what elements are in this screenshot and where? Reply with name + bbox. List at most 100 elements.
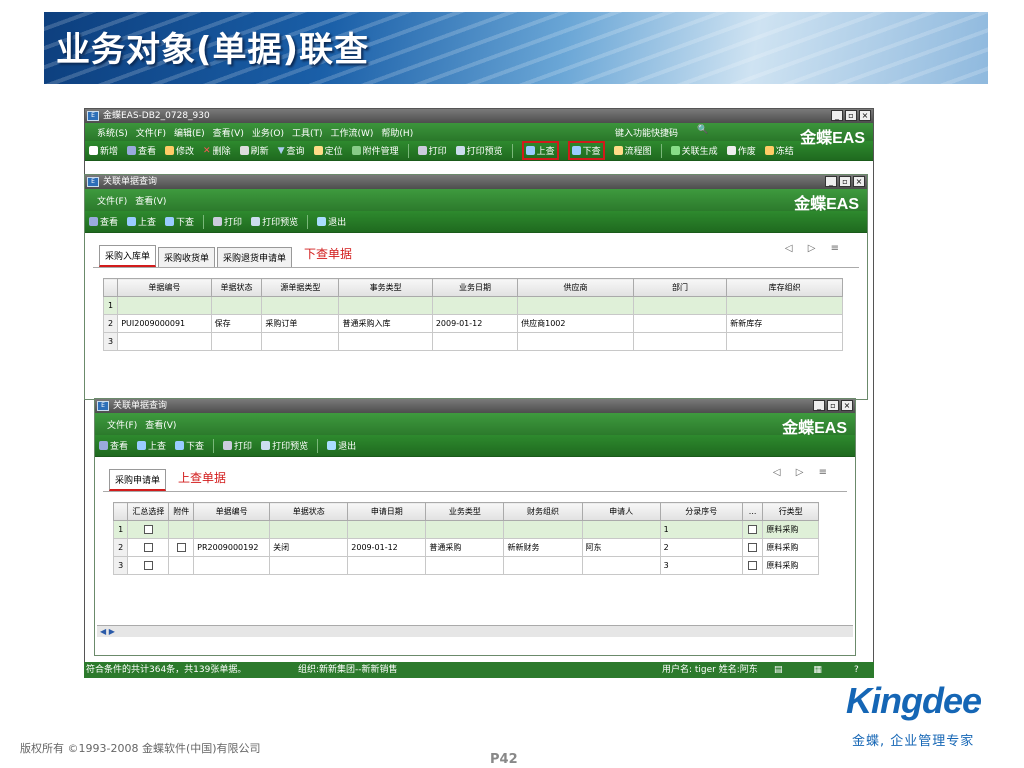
tab-pager[interactable]: ◁ ▷ ≡	[773, 467, 833, 478]
col-business-date[interactable]: 业务日期	[431, 278, 519, 297]
toolbar-print-button[interactable]: 打印	[417, 144, 447, 157]
annotation-trace-up: 上查单据	[178, 470, 227, 485]
col-supplier[interactable]: 供应商	[517, 278, 634, 297]
view-button[interactable]: 查看	[99, 439, 128, 452]
win2-tabs: 采购申请单 上查单据 ◁ ▷ ≡	[95, 457, 855, 491]
menu-view[interactable]: 查看(V)	[213, 126, 244, 139]
more-checkbox-cell	[741, 538, 764, 557]
toolbar-print-preview-button[interactable]: 打印预览	[455, 144, 503, 157]
toolbar-attachment-button[interactable]: 附件管理	[351, 144, 399, 157]
summary-checkbox[interactable]	[143, 543, 153, 552]
print-button[interactable]: 打印	[223, 439, 252, 452]
delete-icon: ✕	[203, 145, 211, 156]
menu-file[interactable]: 文件(F)	[107, 418, 137, 431]
col-transaction-type[interactable]: 事务类型	[338, 278, 433, 297]
summary-checkbox[interactable]	[143, 561, 153, 570]
col-attachment[interactable]: 附件	[168, 502, 195, 521]
col-finance-org[interactable]: 财务组织	[503, 502, 583, 521]
trace-down-button[interactable]: 下查	[165, 215, 194, 228]
table-row[interactable]: 1 1 原料采购	[112, 520, 819, 539]
table-row[interactable]: 2 PUI2009000091 保存 采购订单 普通采购入库 2009-01-1…	[102, 314, 843, 333]
toolbar-label: 冻结	[775, 147, 794, 157]
toolbar-label: 上查	[138, 218, 157, 228]
menu-system[interactable]: 系统(S)	[97, 126, 128, 139]
attachment-checkbox[interactable]	[176, 543, 186, 552]
exit-button[interactable]: 退出	[317, 215, 346, 228]
search-icon[interactable]: 🔍	[697, 125, 708, 135]
toolbar-delete-button[interactable]: ✕ 删除	[203, 144, 231, 158]
toolbar-view-button[interactable]: 查看	[127, 144, 156, 157]
col-line-type[interactable]: 行类型	[762, 502, 819, 521]
col-bill-number[interactable]: 单据编号	[117, 278, 212, 297]
menu-workflow[interactable]: 工作流(W)	[331, 126, 374, 139]
tab-purchase-receiving[interactable]: 采购收货单	[158, 247, 216, 267]
quick-search-field[interactable]: 键入功能快捷码	[615, 126, 678, 139]
row-checkbox[interactable]	[748, 525, 758, 534]
table-row[interactable]: 3	[102, 332, 843, 351]
menu-business[interactable]: 业务(O)	[252, 126, 284, 139]
minimize-button[interactable]: _	[831, 110, 843, 121]
toolbar-void-button[interactable]: 作废	[726, 144, 756, 157]
menu-tools[interactable]: 工具(T)	[292, 126, 323, 139]
col-source-type[interactable]: 源单据类型	[261, 278, 340, 297]
col-stock-org[interactable]: 库存组织	[726, 278, 843, 297]
print-preview-button[interactable]: 打印预览	[251, 215, 298, 228]
col-bill-status[interactable]: 单据状态	[269, 502, 349, 521]
menu-file[interactable]: 文件(F)	[97, 194, 127, 207]
close-button[interactable]: ×	[853, 176, 865, 187]
toolbar-freeze-button[interactable]: 冻结	[764, 144, 794, 157]
toolbar-new-button[interactable]: 新增	[89, 144, 118, 157]
toolbar-generate-button[interactable]: 关联生成	[670, 144, 718, 157]
table-row[interactable]: 3 3 原料采购	[112, 556, 819, 575]
menu-file[interactable]: 文件(F)	[136, 126, 166, 139]
horizontal-scrollbar[interactable]: ◀ ▶	[97, 625, 853, 637]
col-more[interactable]: ...	[741, 502, 764, 521]
minimize-button[interactable]: _	[813, 400, 825, 411]
toolbar-edit-button[interactable]: 修改	[165, 144, 194, 157]
col-applicant[interactable]: 申请人	[581, 502, 661, 521]
view-button[interactable]: 查看	[89, 215, 118, 228]
print-preview-button[interactable]: 打印预览	[261, 439, 308, 452]
related-bills-window-up: E 关联单据查询 _ ▫ × 文件(F) 查看(V) 金蝶EAS 查看 上查 下…	[94, 398, 856, 656]
tab-purchase-receipt[interactable]: 采购入库单	[99, 245, 157, 267]
exit-button[interactable]: 退出	[327, 439, 356, 452]
col-request-date[interactable]: 申请日期	[347, 502, 427, 521]
trace-up-button[interactable]: 上查	[137, 439, 166, 452]
menu-help[interactable]: 帮助(H)	[381, 126, 413, 139]
toolbar-refresh-button[interactable]: 刷新	[239, 144, 269, 157]
trace-up-button[interactable]: 上查	[127, 215, 156, 228]
summary-checkbox[interactable]	[143, 525, 153, 534]
col-business-type[interactable]: 业务类型	[425, 502, 505, 521]
trace-down-button[interactable]: 下查	[175, 439, 204, 452]
menu-view[interactable]: 查看(V)	[145, 418, 176, 431]
cell	[632, 314, 728, 333]
col-bill-status[interactable]: 单据状态	[210, 278, 263, 297]
tab-purchase-return-request[interactable]: 采购退货申请单	[217, 247, 293, 267]
toolbar-locate-button[interactable]: 定位	[313, 144, 343, 157]
minimize-button[interactable]: _	[825, 176, 837, 187]
print-button[interactable]: 打印	[213, 215, 242, 228]
cell: 关闭	[269, 538, 349, 557]
col-department[interactable]: 部门	[632, 278, 728, 297]
table-row[interactable]: 2 PR2009000192 关闭 2009-01-12 普通采购 新新财务 阿…	[112, 538, 819, 557]
close-button[interactable]: ×	[859, 110, 871, 121]
help-icon[interactable]: ?	[854, 662, 859, 678]
col-entry-seq[interactable]: 分录序号	[659, 502, 743, 521]
table-row[interactable]: 1	[102, 296, 843, 315]
toolbar-flowchart-button[interactable]: 流程图	[613, 144, 652, 157]
menu-view[interactable]: 查看(V)	[135, 194, 166, 207]
toolbar-trace-down-button[interactable]: 下查	[567, 141, 605, 160]
row-checkbox[interactable]	[748, 543, 758, 552]
close-button[interactable]: ×	[841, 400, 853, 411]
col-bill-number[interactable]: 单据编号	[193, 502, 271, 521]
maximize-button[interactable]: ▫	[845, 110, 857, 121]
row-checkbox[interactable]	[748, 561, 758, 570]
tab-pager[interactable]: ◁ ▷ ≡	[785, 243, 845, 254]
toolbar-trace-up-button[interactable]: 上查	[521, 141, 559, 160]
tab-purchase-request[interactable]: 采购申请单	[109, 469, 167, 491]
toolbar-query-button[interactable]: ▼ 查询	[278, 144, 305, 158]
maximize-button[interactable]: ▫	[827, 400, 839, 411]
menu-edit[interactable]: 编辑(E)	[174, 126, 205, 139]
col-summary-select[interactable]: 汇总选择	[127, 502, 170, 521]
maximize-button[interactable]: ▫	[839, 176, 851, 187]
